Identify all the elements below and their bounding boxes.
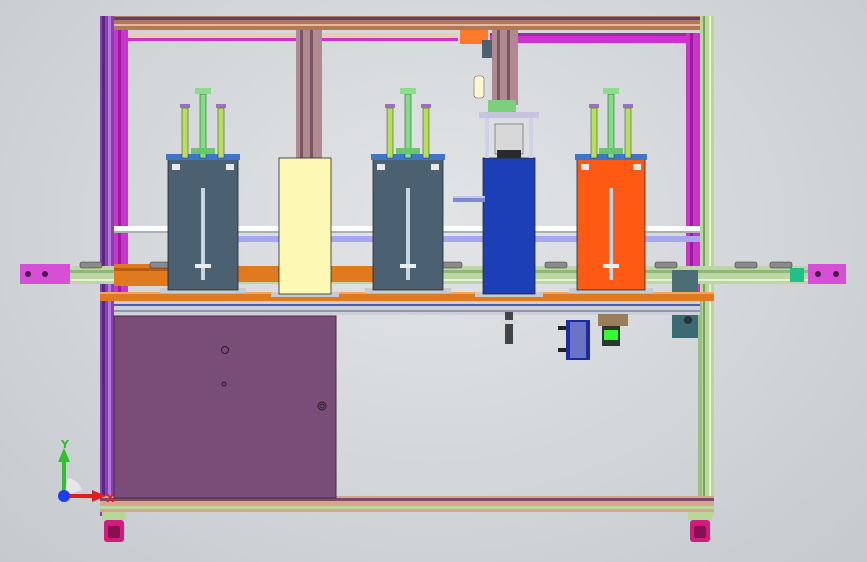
cad-viewport[interactable]: Y X xyxy=(0,0,867,562)
y-axis-label: Y xyxy=(60,440,70,451)
cylinder-module-3[interactable] xyxy=(569,88,653,293)
cylinder-module-2[interactable] xyxy=(365,88,451,293)
cover-module[interactable] xyxy=(271,157,339,297)
valve-block xyxy=(598,314,628,326)
assembly-view[interactable] xyxy=(0,0,867,562)
axis-triad: Y X xyxy=(58,440,115,505)
conveyor-right-end xyxy=(808,264,846,284)
proximity-sensor xyxy=(473,75,485,99)
caster-left xyxy=(102,512,126,542)
cylinder-module-1[interactable] xyxy=(160,88,246,293)
caster-right xyxy=(688,512,712,542)
z-axis-dot xyxy=(58,490,70,502)
x-axis-label: X xyxy=(106,492,115,505)
frame-center-post-left xyxy=(296,30,322,160)
valve-indicator xyxy=(604,330,618,340)
conveyor-motor-box xyxy=(672,270,698,292)
x-axis-arrowhead xyxy=(92,490,106,502)
frame-top-rail-left xyxy=(128,33,458,38)
sensor-rod xyxy=(505,312,513,344)
electrical-panel xyxy=(114,316,336,498)
press-module-body xyxy=(482,157,536,295)
under-table-components xyxy=(500,312,628,360)
modules-group xyxy=(160,88,653,297)
cover-module-body xyxy=(278,157,332,295)
frame-center-post-right xyxy=(492,30,518,105)
